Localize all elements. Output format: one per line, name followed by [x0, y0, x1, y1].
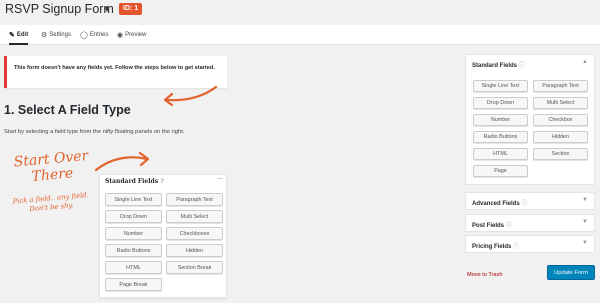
form-toolbar: ✎ Edit ⚙ Settings ◯ Entries ◉ Preview: [0, 25, 600, 45]
pricing-fields-title: Pricing Fields: [472, 244, 512, 250]
standard-fields-heading[interactable]: Standard Fields ⓘ: [472, 60, 525, 69]
tab-entries[interactable]: ◯ Entries: [80, 29, 109, 41]
form-header: RSVP Signup Form ▼ ID: 1: [0, 0, 600, 23]
post-fields-heading: Post Fields ⓘ: [472, 220, 512, 229]
tab-edit-label: Edit: [16, 32, 29, 38]
field-type-button[interactable]: HTML: [473, 148, 528, 160]
curved-arrow-right-icon: [94, 151, 150, 172]
sidebar-field-button-grid: Single Line Text Paragraph Text Drop Down M…: [473, 80, 588, 177]
collapse-icon[interactable]: —: [217, 176, 223, 182]
field-type-button[interactable]: Paragraph Text: [533, 80, 588, 92]
field-type-button[interactable]: Multi Select: [533, 97, 588, 109]
chevron-down-icon[interactable]: ▼: [582, 219, 588, 225]
field-type-button[interactable]: Checkbox: [533, 114, 588, 126]
field-type-button[interactable]: Drop Down: [105, 210, 162, 223]
field-type-button[interactable]: Single Line Text: [473, 80, 528, 92]
start-over-there-text: Start Over There: [13, 148, 89, 185]
tab-settings-label: Settings: [49, 32, 71, 38]
help-icon: ❓︎: [160, 178, 164, 185]
field-type-button[interactable]: Section Break: [166, 261, 223, 274]
advanced-fields-heading: Advanced Fields ⓘ: [472, 198, 527, 207]
advanced-fields-title: Advanced Fields: [472, 201, 520, 207]
field-type-button[interactable]: Section: [533, 148, 588, 160]
help-icon: ⓘ: [518, 63, 525, 69]
pricing-fields-heading: Pricing Fields ⓘ: [472, 241, 519, 250]
help-icon: ⓘ: [513, 244, 520, 250]
standard-fields-title: Standard Fields: [472, 63, 518, 69]
tab-edit[interactable]: ✎ Edit: [9, 29, 29, 45]
field-type-button[interactable]: Page Break: [105, 278, 162, 291]
post-fields-panel[interactable]: Post Fields ⓘ ▼: [465, 214, 595, 232]
inline-panel-title-text: Standard Fields: [105, 178, 159, 185]
field-type-button[interactable]: Radio Buttons: [473, 131, 528, 143]
chevron-down-icon[interactable]: ▼: [582, 240, 588, 246]
help-icon: ⓘ: [521, 201, 528, 207]
inline-standard-fields-panel: Standard Fields ❓︎ — Single Line Text Par…: [99, 174, 227, 298]
notice-text: This form doesn't have any fields yet. F…: [14, 65, 215, 71]
step-description: Start by selecting a field type from the…: [4, 129, 185, 135]
field-type-button[interactable]: HTML: [105, 261, 162, 274]
help-icon: ⓘ: [505, 223, 512, 229]
inline-field-button-grid: Single Line Text Paragraph Text Drop Down M…: [105, 193, 223, 291]
chevron-up-icon[interactable]: ▲: [582, 59, 588, 65]
field-type-button[interactable]: Number: [105, 227, 162, 240]
inline-panel-title: Standard Fields ❓︎: [105, 178, 164, 186]
field-type-button[interactable]: Paragraph Text: [166, 193, 223, 206]
field-type-button[interactable]: Drop Down: [473, 97, 528, 109]
gear-icon: ⚙: [41, 32, 48, 39]
chevron-down-icon[interactable]: ▼: [582, 197, 588, 203]
pricing-fields-panel[interactable]: Pricing Fields ⓘ ▼: [465, 235, 595, 253]
comment-icon: ◯: [80, 32, 88, 39]
curved-arrow-icon: [163, 85, 218, 107]
tab-entries-label: Entries: [89, 32, 109, 38]
post-fields-title: Post Fields: [472, 223, 505, 229]
field-type-button[interactable]: Number: [473, 114, 528, 126]
field-type-button[interactable]: Single Line Text: [105, 193, 162, 206]
field-type-button[interactable]: Hidden: [166, 244, 223, 257]
no-fields-notice: This form doesn't have any fields yet. F…: [4, 56, 227, 88]
form-title: RSVP Signup Form: [5, 2, 114, 16]
field-type-button[interactable]: Hidden: [533, 131, 588, 143]
tab-preview[interactable]: ◉ Preview: [117, 29, 146, 41]
eye-icon: ◉: [117, 32, 124, 39]
edit-icon: ✎: [9, 32, 15, 39]
tab-settings[interactable]: ⚙ Settings: [41, 29, 71, 41]
field-type-button[interactable]: Page: [473, 165, 528, 177]
update-form-button[interactable]: Update Form: [547, 265, 595, 280]
field-type-button[interactable]: Checkboxes: [166, 227, 223, 240]
advanced-fields-panel[interactable]: Advanced Fields ⓘ ▼: [465, 192, 595, 210]
field-type-button[interactable]: Radio Buttons: [105, 244, 162, 257]
form-id-badge: ID: 1: [119, 3, 143, 15]
move-to-trash-link[interactable]: Move to Trash: [467, 272, 502, 278]
tab-preview-label: Preview: [125, 32, 147, 38]
field-type-button[interactable]: Multi Select: [166, 210, 223, 223]
standard-fields-panel: Standard Fields ⓘ ▲ Single Line Text Para…: [465, 54, 595, 185]
step-title: 1. Select A Field Type: [4, 103, 131, 117]
chevron-down-icon[interactable]: ▼: [101, 3, 113, 15]
pick-a-field-text: Pick a field.. any field. Don't be shy.: [12, 190, 90, 214]
